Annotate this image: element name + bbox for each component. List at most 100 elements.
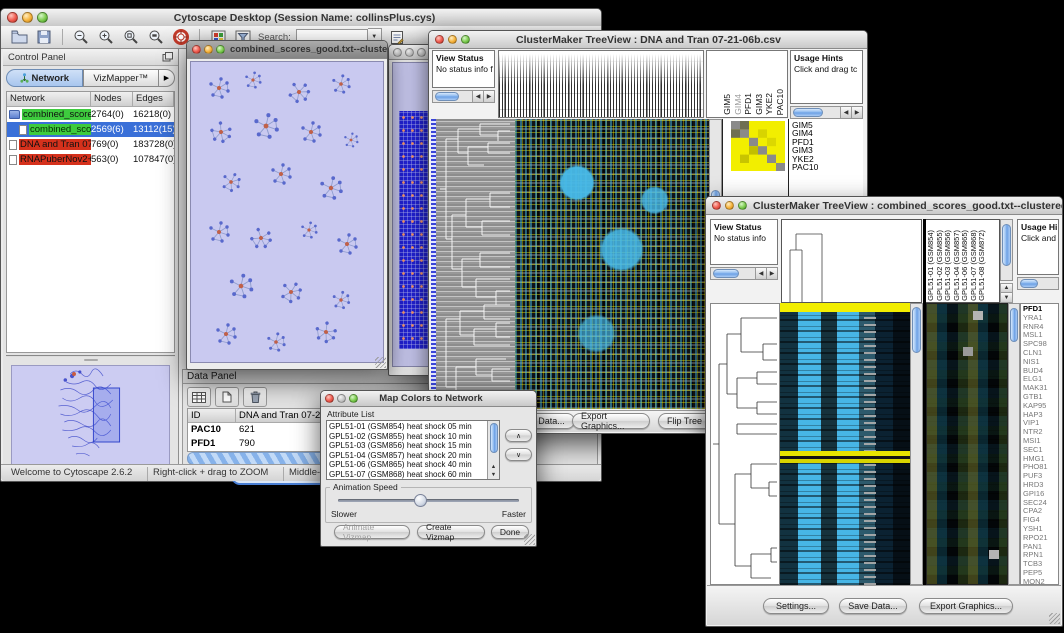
scroll-down-icon[interactable]: ▼ — [488, 472, 499, 478]
network-table-row[interactable]: combined_sco 2569(6) 13112(15) — [7, 122, 174, 137]
network-table-row[interactable]: DNA and Tran 07 769(0) 183728(0) — [7, 137, 174, 152]
attribute-item[interactable]: GPL51-06 (GSM865) heat shock 40 min — [327, 460, 487, 470]
tv2-titlebar[interactable]: ClusterMaker TreeView : combined_scores_… — [706, 197, 1062, 215]
tv2-heatmap-vscrollbar[interactable] — [910, 303, 923, 585]
scroll-left-icon[interactable]: ◀ — [840, 107, 851, 118]
attribute-item[interactable]: GPL51-02 (GSM855) heat shock 10 min — [327, 432, 487, 442]
attribute-item[interactable]: GPL51-07 (GSM868) heat shock 60 min — [327, 470, 487, 480]
network-canvas-1[interactable] — [190, 61, 384, 363]
resize-grip[interactable] — [375, 357, 386, 368]
gene-label[interactable]: CLN1 — [1023, 349, 1058, 358]
dialog-titlebar[interactable]: Map Colors to Network — [321, 391, 536, 407]
attribute-listbox[interactable]: GPL51-01 (GSM854) heat shock 05 minGPL51… — [326, 420, 500, 480]
gene-label[interactable]: NIS1 — [1023, 358, 1058, 367]
tv2-hints-hscrollbar[interactable] — [1017, 277, 1059, 290]
network-table-row[interactable]: combined_scores 2764(0) 16218(0) — [7, 107, 174, 122]
zoom-button[interactable] — [461, 35, 470, 44]
gene-label[interactable]: PAC10 — [792, 163, 863, 171]
gene-label[interactable]: FIG4 — [1023, 516, 1058, 525]
resize-grip[interactable] — [524, 534, 535, 545]
tv1-column-dendrogram[interactable] — [498, 50, 704, 118]
minimize-button[interactable] — [337, 394, 346, 403]
attribute-item[interactable]: GPL51-04 (GSM857) heat shock 20 min — [327, 451, 487, 461]
tv1-titlebar[interactable]: ClusterMaker TreeView : DNA and Tran 07-… — [429, 31, 867, 49]
tv1-hints-hscrollbar[interactable]: ◀ ▶ — [790, 106, 863, 119]
create-vizmap-button[interactable]: Create Vizmap — [417, 525, 485, 539]
scroll-up-icon[interactable]: ▲ — [1000, 283, 1013, 293]
tv2-heatmap[interactable] — [780, 303, 910, 585]
zoom-button[interactable] — [349, 394, 358, 403]
zoom-in-button[interactable] — [96, 28, 116, 46]
gene-label[interactable]: SEC1 — [1023, 446, 1058, 455]
move-up-button[interactable]: ∧ — [505, 429, 532, 442]
listbox-vscrollbar[interactable]: ▲ ▼ — [487, 421, 499, 479]
gene-label[interactable]: MSL1 — [1023, 331, 1058, 340]
zoom-button[interactable] — [216, 45, 225, 54]
tv1-heatmap[interactable] — [515, 119, 709, 409]
resize-grip[interactable] — [1049, 613, 1060, 624]
tab-vizmapper[interactable]: VizMapper™ — [83, 69, 160, 87]
move-down-button[interactable]: ∨ — [505, 448, 532, 461]
netwin1-titlebar[interactable]: combined_scores_good.txt--cluste... — [187, 41, 387, 59]
float-panel-icon[interactable] — [162, 52, 173, 62]
settings-button[interactable]: Settings... — [763, 598, 829, 614]
tv2-zoom-heatmap[interactable] — [926, 303, 1008, 585]
tab-overflow-button[interactable]: ▶ — [159, 69, 175, 87]
scrollbar-thumb[interactable] — [1002, 224, 1011, 266]
gene-label[interactable]: RPN1 — [1023, 551, 1058, 560]
scrollbar-thumb[interactable] — [435, 92, 459, 101]
gene-label[interactable]: HAP3 — [1023, 411, 1058, 420]
minimize-button[interactable] — [405, 48, 414, 57]
gene-label[interactable]: PEP5 — [1023, 569, 1058, 578]
animation-speed-slider-track[interactable] — [338, 499, 519, 502]
scroll-down-icon[interactable]: ▼ — [1000, 293, 1013, 303]
gene-label[interactable]: PFD1 — [792, 138, 863, 146]
minimize-button[interactable] — [448, 35, 457, 44]
main-titlebar[interactable]: Cytoscape Desktop (Session Name: collins… — [1, 9, 601, 27]
attribute-item[interactable]: GPL51-03 (GSM856) heat shock 15 min — [327, 441, 487, 451]
gene-label[interactable]: CPA2 — [1023, 507, 1058, 516]
zoom-button[interactable] — [37, 12, 48, 23]
scroll-up-icon[interactable]: ▲ — [488, 464, 499, 470]
grid-layout-network[interactable] — [399, 111, 429, 349]
export-graphics-button[interactable]: Export Graphics... — [919, 598, 1013, 614]
new-attribute-button[interactable] — [215, 387, 239, 407]
gene-label[interactable]: GIM5 — [792, 121, 863, 129]
scrollbar-thumb[interactable] — [713, 269, 739, 278]
scrollbar-thumb[interactable] — [1010, 308, 1018, 342]
network-overview-thumbnail[interactable] — [11, 365, 170, 467]
zoom-selected-button[interactable] — [121, 28, 141, 46]
network-table-row[interactable]: RNAPuberNov2+! 563(0) 107847(0) — [7, 152, 174, 167]
tv2-status-hscrollbar[interactable]: ◀ ▶ — [710, 267, 778, 280]
zoom-out-button[interactable] — [71, 28, 91, 46]
scroll-right-icon[interactable]: ▶ — [766, 268, 777, 279]
save-session-button[interactable] — [34, 28, 54, 46]
gene-label[interactable]: PHO81 — [1023, 463, 1058, 472]
close-button[interactable] — [325, 394, 334, 403]
gene-label[interactable]: PFD1 — [1023, 305, 1058, 314]
minimize-button[interactable] — [22, 12, 33, 23]
gene-label[interactable]: KAP95 — [1023, 402, 1058, 411]
gene-label[interactable]: MON2 — [1023, 578, 1058, 585]
tv1-row-dendrogram[interactable] — [436, 119, 515, 409]
cluster-matrix-image[interactable] — [731, 121, 785, 171]
gene-label[interactable]: YSH1 — [1023, 525, 1058, 534]
gene-label[interactable]: GTB1 — [1023, 393, 1058, 402]
gene-label[interactable]: SEC24 — [1023, 499, 1058, 508]
export-graphics-button[interactable]: Export Graphics... — [572, 413, 650, 429]
gene-label[interactable]: MSI1 — [1023, 437, 1058, 446]
scroll-right-icon[interactable]: ▶ — [483, 91, 494, 102]
scroll-right-icon[interactable]: ▶ — [851, 107, 862, 118]
gene-label[interactable]: GIM3 — [792, 146, 863, 154]
gene-label[interactable]: PUF3 — [1023, 472, 1058, 481]
tv1-status-hscrollbar[interactable]: ◀ ▶ — [432, 90, 495, 103]
gene-label[interactable]: HMG1 — [1023, 455, 1058, 464]
open-session-button[interactable] — [9, 28, 29, 46]
gene-label[interactable]: VIP1 — [1023, 419, 1058, 428]
animate-vizmap-button[interactable]: Animate Vizmap — [334, 525, 410, 539]
gene-label[interactable]: YRA1 — [1023, 314, 1058, 323]
animation-speed-slider-thumb[interactable] — [414, 494, 427, 507]
zoom-button[interactable] — [738, 201, 747, 210]
attribute-select-button[interactable] — [187, 387, 211, 407]
gene-label[interactable]: NTR2 — [1023, 428, 1058, 437]
